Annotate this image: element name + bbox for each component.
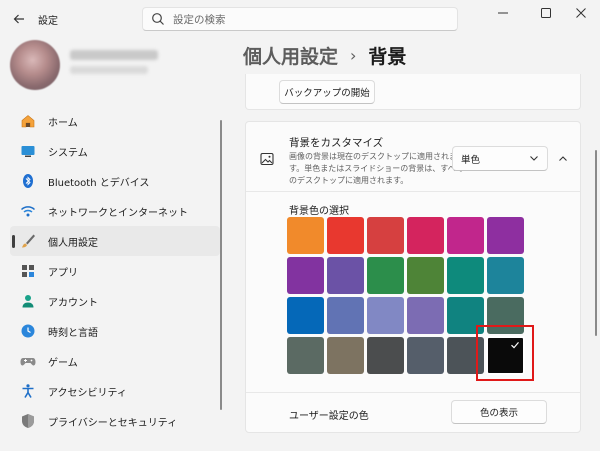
search-icon [151, 12, 165, 26]
sidebar-item-label: アプリ [48, 267, 78, 279]
sidebar-item-accessibility[interactable]: アクセシビリティ [10, 376, 220, 406]
color-swatch[interactable] [287, 337, 324, 374]
breadcrumb: 個人用設定 › 背景 [243, 42, 406, 69]
color-swatch[interactable] [327, 337, 364, 374]
annotation-highlight-box [476, 325, 534, 381]
chevron-down-icon [529, 153, 539, 163]
sidebar-item-accounts[interactable]: アカウント [10, 286, 220, 316]
breadcrumb-separator: › [350, 46, 357, 65]
color-swatch[interactable] [487, 217, 524, 254]
shield-icon [20, 413, 36, 429]
page-title: 背景 [368, 46, 407, 68]
app-title: 設定 [38, 16, 58, 27]
brush-icon [20, 233, 36, 249]
select-value: 単色 [461, 154, 481, 166]
avatar [10, 40, 60, 90]
close-button[interactable] [566, 2, 596, 24]
sidebar-scrollbar[interactable] [220, 120, 222, 410]
color-swatch[interactable] [327, 297, 364, 334]
color-swatch[interactable] [327, 217, 364, 254]
minimize-button[interactable] [488, 2, 518, 24]
sidebar-item-label: アカウント [48, 297, 98, 309]
maximize-button[interactable] [531, 2, 561, 24]
customize-title: 背景をカスタマイズ [289, 137, 384, 149]
color-swatch[interactable] [287, 297, 324, 334]
color-swatch[interactable] [367, 337, 404, 374]
background-customize-card: 背景をカスタマイズ 画像の背景は現在のデスクトップに適用されます。単色またはスラ… [245, 121, 581, 433]
search-input[interactable]: 設定の検索 [142, 7, 458, 31]
backup-card: バックアップの開始 [245, 74, 581, 110]
custom-color-row: ユーザー設定の色 色の表示 [246, 392, 580, 432]
sidebar-item-time-language[interactable]: 時刻と言語 [10, 316, 220, 346]
sidebar-nav: ホーム システム Bluetooth とデバイス ネットワークとインターネット … [10, 106, 220, 436]
custom-color-label: ユーザー設定の色 [289, 411, 369, 422]
sidebar-item-personalization[interactable]: 個人用設定 [10, 226, 220, 256]
search-placeholder: 設定の検索 [173, 13, 226, 26]
color-swatch[interactable] [447, 257, 484, 294]
sidebar-item-label: アクセシビリティ [48, 387, 127, 399]
color-swatch[interactable] [487, 257, 524, 294]
sidebar-item-label: プライバシーとセキュリティ [48, 417, 178, 429]
globe-clock-icon [20, 323, 36, 339]
wifi-icon [20, 203, 36, 219]
sidebar-item-label: システム [48, 147, 88, 159]
sidebar-item-label: ホーム [48, 117, 78, 129]
account-icon [20, 293, 36, 309]
gamepad-icon [20, 353, 36, 369]
main-scrollbar[interactable] [595, 150, 597, 336]
close-icon [576, 8, 586, 18]
color-swatch[interactable] [287, 217, 324, 254]
apps-icon [20, 263, 36, 279]
accessibility-icon [20, 383, 36, 399]
sidebar-item-label: 個人用設定 [48, 237, 98, 249]
chevron-up-icon [559, 156, 567, 161]
color-swatch[interactable] [367, 217, 404, 254]
color-swatch[interactable] [407, 337, 444, 374]
back-arrow-icon [13, 14, 24, 24]
background-type-select[interactable]: 単色 [452, 146, 548, 171]
sidebar-item-network[interactable]: ネットワークとインターネット [10, 196, 220, 226]
sidebar-item-label: ゲーム [48, 357, 78, 369]
collapse-button[interactable] [554, 150, 572, 168]
sidebar-item-label: ネットワークとインターネット [48, 207, 188, 219]
bluetooth-icon [20, 173, 36, 189]
sidebar-item-privacy-security[interactable]: プライバシーとセキュリティ [10, 406, 220, 436]
sidebar-item-gaming[interactable]: ゲーム [10, 346, 220, 376]
color-swatch[interactable] [407, 217, 444, 254]
picture-icon [260, 152, 274, 166]
customize-description: 画像の背景は現在のデスクトップに適用されます。単色またはスライドショーの背景は、… [289, 152, 464, 185]
color-swatch[interactable] [367, 297, 404, 334]
back-button[interactable] [8, 8, 30, 30]
sidebar-item-label: 時刻と言語 [48, 327, 98, 339]
sidebar-item-system[interactable]: システム [10, 136, 220, 166]
sidebar-item-label: Bluetooth とデバイス [48, 177, 150, 189]
sidebar-item-apps[interactable]: アプリ [10, 256, 220, 286]
palette-label: 背景色の選択 [289, 206, 349, 217]
color-swatch[interactable] [327, 257, 364, 294]
color-swatch[interactable] [367, 257, 404, 294]
profile-name-redacted [70, 50, 158, 60]
color-swatch[interactable] [407, 257, 444, 294]
customize-header[interactable]: 背景をカスタマイズ 画像の背景は現在のデスクトップに適用されます。単色またはスラ… [246, 122, 580, 192]
color-swatch[interactable] [447, 217, 484, 254]
system-icon [20, 143, 36, 159]
start-backup-button[interactable]: バックアップの開始 [279, 80, 375, 104]
breadcrumb-parent[interactable]: 個人用設定 [243, 42, 338, 69]
view-colors-button[interactable]: 色の表示 [451, 400, 547, 424]
sidebar-item-home[interactable]: ホーム [10, 106, 220, 136]
active-indicator [12, 235, 15, 248]
color-swatch[interactable] [407, 297, 444, 334]
profile-email-redacted [70, 66, 148, 74]
sidebar-item-bluetooth[interactable]: Bluetooth とデバイス [10, 166, 220, 196]
home-icon [20, 113, 36, 129]
color-swatch[interactable] [287, 257, 324, 294]
minimize-icon [498, 12, 508, 14]
maximize-icon [541, 8, 551, 18]
title-bar: 設定 設定の検索 [0, 0, 600, 38]
